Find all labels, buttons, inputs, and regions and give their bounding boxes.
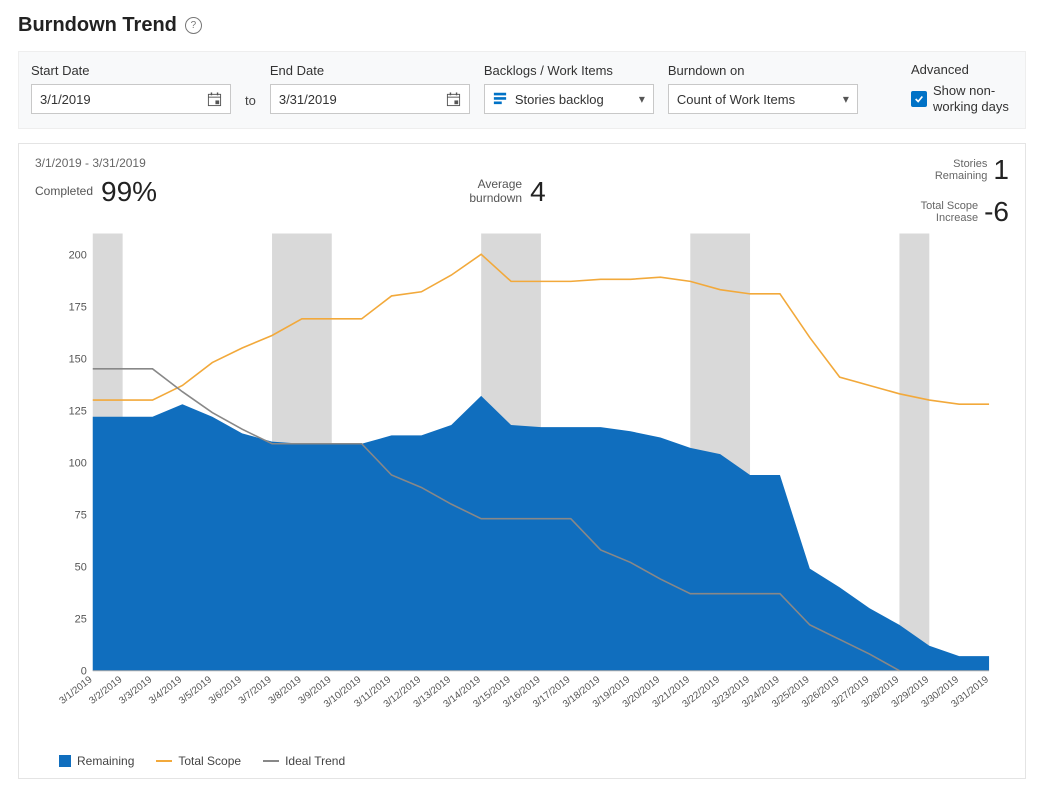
start-date-value: 3/1/2019 bbox=[40, 92, 91, 107]
legend-swatch-remaining bbox=[59, 755, 71, 767]
start-date-label: Start Date bbox=[31, 63, 231, 78]
legend-remaining: Remaining bbox=[77, 754, 134, 768]
completed-value: 99% bbox=[101, 176, 157, 208]
advanced-label: Advanced bbox=[911, 62, 1013, 77]
end-date-input[interactable]: 3/31/2019 bbox=[270, 84, 470, 114]
start-date-input[interactable]: 3/1/2019 bbox=[31, 84, 231, 114]
calendar-icon bbox=[446, 92, 461, 107]
end-date-value: 3/31/2019 bbox=[279, 92, 337, 107]
end-date-label: End Date bbox=[270, 63, 470, 78]
date-range-label: 3/1/2019 - 3/31/2019 bbox=[35, 156, 1009, 170]
burndown-chart: 02550751001251501752003/1/20193/2/20193/… bbox=[55, 226, 999, 706]
stories-label-1: Stories bbox=[953, 158, 987, 170]
stories-remaining-value: 1 bbox=[993, 154, 1009, 186]
backlogs-select[interactable]: Stories backlog ▾ bbox=[484, 84, 654, 114]
burndown-on-value: Count of Work Items bbox=[677, 92, 795, 107]
help-icon[interactable]: ? bbox=[185, 17, 202, 34]
legend-swatch-scope bbox=[156, 760, 172, 762]
calendar-icon bbox=[207, 92, 222, 107]
svg-text:100: 100 bbox=[69, 458, 87, 470]
stories-icon bbox=[493, 91, 507, 108]
chart-legend: Remaining Total Scope Ideal Trend bbox=[59, 754, 1009, 768]
burndown-on-select[interactable]: Count of Work Items ▾ bbox=[668, 84, 858, 114]
show-nonworking-label: Show non-working days bbox=[933, 83, 1013, 114]
show-nonworking-checkbox[interactable] bbox=[911, 91, 927, 107]
svg-text:50: 50 bbox=[75, 562, 87, 574]
svg-text:125: 125 bbox=[69, 406, 87, 418]
chevron-down-icon: ▾ bbox=[843, 92, 849, 106]
svg-text:175: 175 bbox=[69, 302, 87, 314]
completed-label: Completed bbox=[35, 185, 93, 199]
svg-text:200: 200 bbox=[69, 249, 87, 261]
stories-label-2: Remaining bbox=[935, 170, 988, 182]
page-title: Burndown Trend bbox=[18, 14, 177, 37]
backlogs-value: Stories backlog bbox=[515, 92, 604, 107]
svg-text:75: 75 bbox=[75, 510, 87, 522]
burndown-on-label: Burndown on bbox=[668, 63, 858, 78]
backlogs-label: Backlogs / Work Items bbox=[484, 63, 654, 78]
scope-label-2: Increase bbox=[936, 212, 978, 224]
svg-text:25: 25 bbox=[75, 614, 87, 626]
chevron-down-icon: ▾ bbox=[639, 92, 645, 106]
filter-bar: Start Date 3/1/2019 to End Date 3/31/201… bbox=[18, 51, 1026, 129]
scope-increase-value: -6 bbox=[984, 196, 1009, 228]
legend-scope: Total Scope bbox=[178, 754, 241, 768]
svg-text:150: 150 bbox=[69, 354, 87, 366]
scope-label-1: Total Scope bbox=[921, 200, 978, 212]
legend-ideal: Ideal Trend bbox=[285, 754, 345, 768]
to-label: to bbox=[245, 93, 256, 114]
chart-panel: 3/1/2019 - 3/31/2019 Stories Remaining 1… bbox=[18, 143, 1026, 779]
avg-burndown-label: Average burndown bbox=[467, 178, 522, 206]
avg-burndown-value: 4 bbox=[530, 176, 546, 208]
legend-swatch-ideal bbox=[263, 760, 279, 762]
